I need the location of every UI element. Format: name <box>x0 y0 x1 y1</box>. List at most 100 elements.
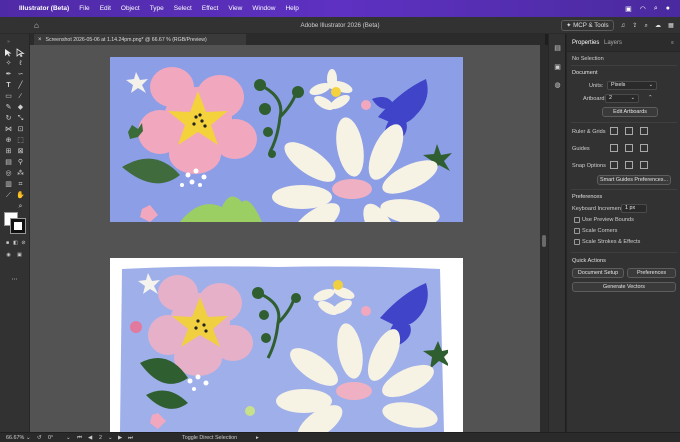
prev-artboard-icon[interactable]: ◀ <box>88 435 92 441</box>
lasso-tool-icon[interactable]: ℓ <box>16 59 25 68</box>
symbol-sprayer-tool-icon[interactable]: ⁂ <box>16 169 25 178</box>
artboard-select[interactable]: 2 ⌄ <box>605 94 639 103</box>
menu-file[interactable]: File <box>79 5 89 12</box>
bell-icon[interactable]: ♫ <box>621 22 626 29</box>
screen-mode-icon[interactable]: ▣ <box>15 251 24 260</box>
snap-to-pixel-icon[interactable] <box>640 161 648 169</box>
eyedropper-tool-icon[interactable]: ⚲ <box>16 158 25 167</box>
slice-tool-icon[interactable]: ⟋ <box>4 191 13 200</box>
menu-window[interactable]: Window <box>252 5 275 12</box>
collapse-icon[interactable]: » <box>4 38 13 47</box>
artboard-nav-icon[interactable]: ⌃ <box>648 95 653 101</box>
paintbrush-tool-icon[interactable]: ∕ <box>16 92 25 101</box>
none-mode-icon[interactable]: ⊘ <box>19 239 28 248</box>
rotation-dropdown-icon[interactable]: ↺ <box>37 435 42 441</box>
generate-vectors-button[interactable]: Generate Vectors <box>572 282 676 292</box>
gradient-tool-icon[interactable]: ▤ <box>4 158 13 167</box>
artboard-1[interactable] <box>110 57 463 222</box>
edit-artboards-button[interactable]: Edit Artboards <box>602 107 658 117</box>
smart-guides-preferences-button[interactable]: Smart Guides Preferences... <box>597 175 671 185</box>
width-tool-icon[interactable]: ⋈ <box>4 125 13 134</box>
curvature-tool-icon[interactable]: ∽ <box>16 70 25 79</box>
edit-toolbar-icon[interactable]: ⋯ <box>10 276 19 285</box>
pen-tool-icon[interactable]: ✒ <box>4 70 13 79</box>
menu-help[interactable]: Help <box>285 5 298 12</box>
type-tool-icon[interactable]: T <box>4 81 13 90</box>
scrollbar-thumb[interactable] <box>542 235 546 247</box>
scale-strokes-checkbox[interactable] <box>574 239 580 245</box>
ruler-icon[interactable] <box>610 127 618 135</box>
next-artboard-icon[interactable]: ▶ <box>118 435 122 441</box>
zoom-dropdown-icon[interactable]: ⌄ <box>26 435 31 441</box>
shape-builder-tool-icon[interactable]: ⊕ <box>4 136 13 145</box>
units-select[interactable]: Pixels ⌄ <box>607 81 657 90</box>
menu-edit[interactable]: Edit <box>100 5 111 12</box>
menu-object[interactable]: Object <box>121 5 140 12</box>
hand-tool-icon[interactable]: ✋ <box>16 191 25 200</box>
first-artboard-icon[interactable]: ⏮ <box>77 435 82 442</box>
artboard-tool-icon[interactable]: ⌗ <box>16 180 25 189</box>
cloud-icon[interactable]: ☁ <box>655 22 661 29</box>
close-icon[interactable]: × <box>38 37 42 43</box>
menu-select[interactable]: Select <box>174 5 192 12</box>
selection-tool-icon[interactable] <box>4 48 13 57</box>
menu-effect[interactable]: Effect <box>202 5 219 12</box>
free-transform-tool-icon[interactable]: ⊡ <box>16 125 25 134</box>
rotation-chevron-icon[interactable]: ⌄ <box>66 435 71 441</box>
panel-menu-icon[interactable]: ≡ <box>671 40 674 46</box>
mesh-tool-icon[interactable]: ⊠ <box>16 147 25 156</box>
properties-panel-icon[interactable]: ▣ <box>553 63 562 72</box>
search-icon[interactable]: ⌕ <box>644 22 647 30</box>
workspace-icon[interactable]: ▦ <box>668 22 674 29</box>
scale-corners-checkbox[interactable] <box>574 228 580 234</box>
grid-icon[interactable] <box>625 127 633 135</box>
guides-lock-icon[interactable] <box>625 144 633 152</box>
keyboard-increment-input[interactable]: 1 px <box>621 204 647 213</box>
snap-to-grid-icon[interactable] <box>625 161 633 169</box>
document-setup-button[interactable]: Document Setup <box>572 268 624 278</box>
control-center-icon[interactable]: ▣ <box>625 5 632 13</box>
eraser-tool-icon[interactable]: ◆ <box>16 103 25 112</box>
pixel-grid-icon[interactable] <box>640 127 648 135</box>
preferences-button[interactable]: Preferences <box>627 268 676 278</box>
mcp-tools-button[interactable]: ✦ MCP & Tools <box>561 20 614 31</box>
live-paint-tool-icon[interactable]: ⬚ <box>16 136 25 145</box>
wifi-icon[interactable]: ◠ <box>640 5 646 13</box>
menu-type[interactable]: Type <box>150 5 164 12</box>
libraries-icon[interactable]: ▤ <box>553 44 562 53</box>
draw-mode-icon[interactable]: ◉ <box>4 251 13 260</box>
share-icon[interactable]: ⇪ <box>632 22 637 29</box>
magic-wand-tool-icon[interactable]: ✧ <box>4 59 13 68</box>
canvas-vertical-scrollbar[interactable] <box>540 45 548 432</box>
blend-tool-icon[interactable]: ◎ <box>4 169 13 178</box>
pencil-tool-icon[interactable]: ✎ <box>4 103 13 112</box>
tab-properties[interactable]: Properties <box>572 40 599 46</box>
scale-tool-icon[interactable]: ⤡ <box>16 114 25 123</box>
perspective-grid-tool-icon[interactable]: ⊞ <box>4 147 13 156</box>
zoom-level[interactable]: 66.67% <box>6 435 24 441</box>
artboard-chevron-icon[interactable]: ⌄ <box>108 435 113 441</box>
color-panel-icon[interactable]: ◍ <box>553 81 562 90</box>
zoom-tool-icon[interactable]: ⌕ <box>16 202 25 211</box>
status-menu-icon[interactable]: ▸ <box>256 435 259 441</box>
tab-layers[interactable]: Layers <box>604 40 622 46</box>
user-icon[interactable]: ● <box>666 5 670 12</box>
stroke-swatch[interactable] <box>10 218 26 234</box>
rectangle-tool-icon[interactable]: ▭ <box>4 92 13 101</box>
artboard-number[interactable]: 2 <box>99 435 102 441</box>
line-tool-icon[interactable]: ╱ <box>16 81 25 90</box>
snap-to-point-icon[interactable] <box>610 161 618 169</box>
app-menu[interactable]: Illustrator (Beta) <box>19 5 69 12</box>
search-icon[interactable]: ⌕ <box>654 5 658 13</box>
last-artboard-icon[interactable]: ⏭ <box>128 435 133 442</box>
document-tab[interactable]: × Screenshot 2026-05-06 at 1.14.24pm.png… <box>34 34 246 45</box>
guides-show-icon[interactable] <box>610 144 618 152</box>
use-preview-bounds-checkbox[interactable] <box>574 217 580 223</box>
smart-guides-icon[interactable] <box>640 144 648 152</box>
canvas[interactable] <box>30 45 540 432</box>
rotate-tool-icon[interactable]: ↻ <box>4 114 13 123</box>
direct-selection-tool-icon[interactable] <box>16 48 25 57</box>
menu-view[interactable]: View <box>228 5 242 12</box>
graph-tool-icon[interactable]: ▥ <box>4 180 13 189</box>
rotation-value[interactable]: 0° <box>48 435 53 441</box>
